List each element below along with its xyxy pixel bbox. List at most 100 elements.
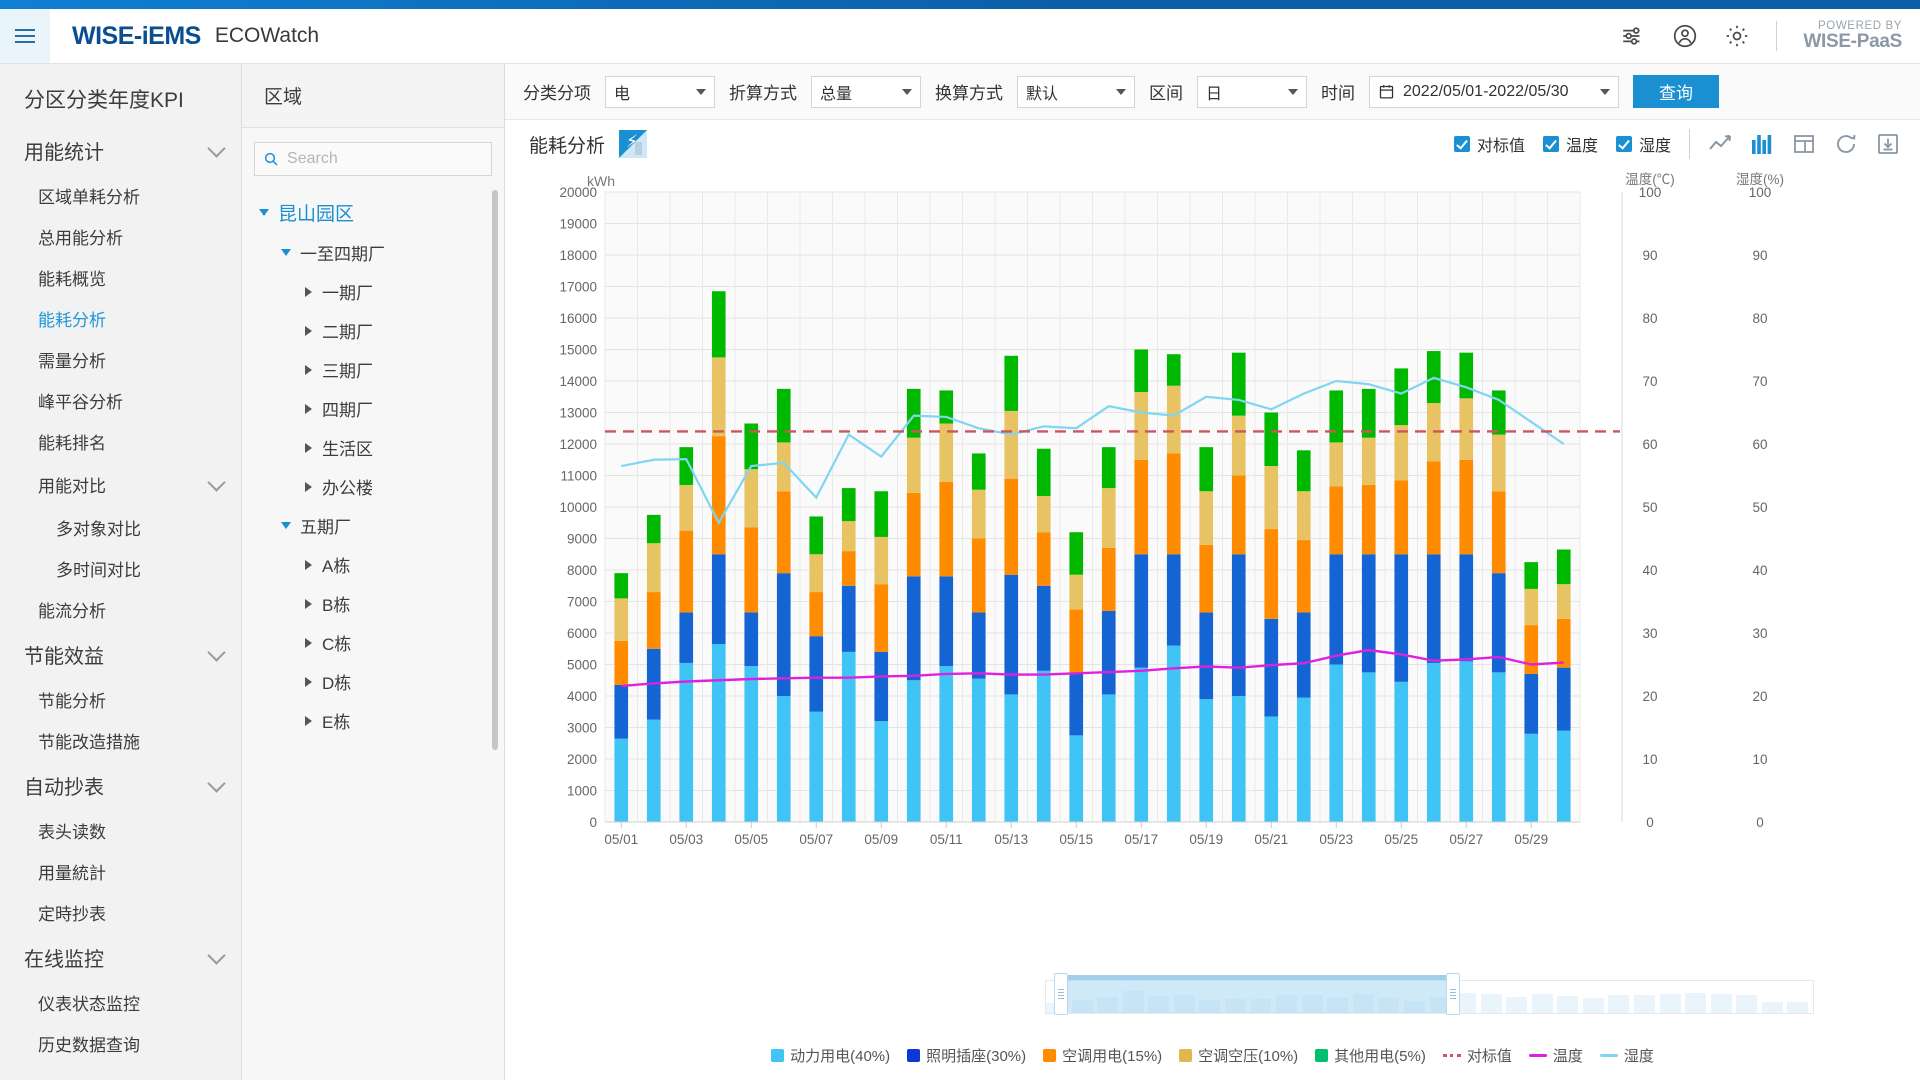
bar-segment[interactable]: [1134, 554, 1149, 668]
chart-checkbox-0[interactable]: 对标值: [1453, 132, 1525, 156]
tree-scrollbar[interactable]: [492, 190, 498, 750]
tree-node-8[interactable]: 五期厂: [242, 506, 504, 545]
bar-segment[interactable]: [1556, 618, 1571, 668]
bar-segment[interactable]: [939, 481, 954, 577]
bar-segment[interactable]: [1134, 459, 1149, 555]
sidebar-group-1[interactable]: 节能效益: [0, 630, 241, 679]
electricity-meter-icon[interactable]: ⚡: [619, 130, 648, 158]
bar-segment[interactable]: [1459, 398, 1474, 460]
legend-item-2[interactable]: 空调用电(15%): [1043, 1045, 1162, 1066]
bar-segment[interactable]: [1264, 716, 1279, 822]
bar-segment[interactable]: [1361, 484, 1376, 555]
download-icon[interactable]: [1876, 132, 1900, 156]
bar-segment[interactable]: [1329, 554, 1344, 665]
bar-segment[interactable]: [1264, 466, 1279, 530]
bar-segment[interactable]: [1296, 491, 1311, 541]
bar-segment[interactable]: [1166, 453, 1181, 555]
bar-segment[interactable]: [614, 684, 629, 739]
sidebar-item-0-0[interactable]: 区域单耗分析: [0, 175, 241, 216]
bar-segment[interactable]: [874, 584, 889, 652]
tree-node-0[interactable]: 昆山园区: [242, 192, 504, 233]
tree-node-11[interactable]: C栋: [242, 623, 504, 662]
bar-segment[interactable]: [841, 488, 856, 522]
bar-segment[interactable]: [679, 530, 694, 613]
tree-node-1[interactable]: 一至四期厂: [242, 233, 504, 272]
bar-segment[interactable]: [809, 636, 824, 712]
tree-node-6[interactable]: 生活区: [242, 428, 504, 467]
bar-segment[interactable]: [1459, 554, 1474, 662]
bar-segment[interactable]: [1199, 612, 1214, 700]
bar-segment[interactable]: [614, 640, 629, 685]
bar-segment[interactable]: [1004, 574, 1019, 695]
bar-segment[interactable]: [1296, 697, 1311, 822]
category-select[interactable]: 电: [605, 75, 715, 108]
tree-toggle-2[interactable]: [300, 286, 316, 297]
zoom-handle-left[interactable]: [1054, 973, 1069, 1015]
bar-segment[interactable]: [1459, 459, 1474, 555]
bar-segment[interactable]: [906, 680, 921, 822]
bar-segment[interactable]: [939, 576, 954, 667]
tree-search-box[interactable]: [254, 142, 492, 176]
bar-segment[interactable]: [1491, 672, 1506, 822]
bar-segment[interactable]: [1004, 410, 1019, 479]
bar-segment[interactable]: [1166, 354, 1181, 386]
bar-chart-icon[interactable]: [1750, 132, 1774, 156]
bar-segment[interactable]: [809, 711, 824, 822]
bar-segment[interactable]: [1556, 549, 1571, 585]
bar-segment[interactable]: [906, 576, 921, 681]
tree-toggle-7[interactable]: [300, 481, 316, 492]
bar-segment[interactable]: [1069, 609, 1084, 674]
bar-segment[interactable]: [809, 554, 824, 593]
bar-segment[interactable]: [1036, 585, 1051, 671]
bar-segment[interactable]: [1361, 554, 1376, 673]
bar-segment[interactable]: [1004, 355, 1019, 411]
sidebar-group-3[interactable]: 在线监控: [0, 933, 241, 982]
bar-segment[interactable]: [874, 651, 889, 722]
bar-segment[interactable]: [1394, 554, 1409, 682]
tree-toggle-1[interactable]: [278, 249, 294, 256]
bar-segment[interactable]: [1426, 461, 1441, 555]
query-button[interactable]: 查询: [1633, 75, 1719, 108]
bar-segment[interactable]: [841, 551, 856, 586]
tree-toggle-9[interactable]: [300, 559, 316, 570]
bar-segment[interactable]: [841, 585, 856, 652]
tree-toggle-11[interactable]: [300, 637, 316, 648]
sidebar-item-2-1[interactable]: 用量統計: [0, 851, 241, 892]
zoom-handle-right[interactable]: [1445, 973, 1460, 1015]
bar-segment[interactable]: [646, 719, 661, 822]
bar-segment[interactable]: [1101, 447, 1116, 489]
bar-segment[interactable]: [1296, 540, 1311, 613]
bar-segment[interactable]: [1459, 352, 1474, 399]
bar-segment[interactable]: [1101, 694, 1116, 822]
bar-segment[interactable]: [1101, 488, 1116, 548]
tree-toggle-13[interactable]: [300, 715, 316, 726]
bar-segment[interactable]: [744, 469, 759, 528]
bar-segment[interactable]: [1231, 696, 1246, 822]
bar-segment[interactable]: [841, 521, 856, 552]
sidebar-item-0-4[interactable]: 需量分析: [0, 339, 241, 380]
bar-segment[interactable]: [1069, 735, 1084, 822]
bar-segment[interactable]: [614, 573, 629, 599]
sidebar-after-item-0-0[interactable]: 能流分析: [0, 589, 241, 630]
refresh-icon[interactable]: [1834, 132, 1858, 156]
bar-segment[interactable]: [1069, 673, 1084, 736]
bar-segment[interactable]: [1556, 584, 1571, 619]
bar-segment[interactable]: [1264, 618, 1279, 717]
bar-segment[interactable]: [874, 491, 889, 537]
bar-segment[interactable]: [971, 453, 986, 490]
bar-segment[interactable]: [776, 696, 791, 822]
chart-zoom-slider[interactable]: [1045, 973, 1814, 1015]
bar-segment[interactable]: [1524, 588, 1539, 626]
bar-segment[interactable]: [646, 592, 661, 649]
sidebar-item-0-2[interactable]: 能耗概览: [0, 257, 241, 298]
bar-segment[interactable]: [1264, 412, 1279, 467]
tree-node-7[interactable]: 办公楼: [242, 467, 504, 506]
tree-toggle-0[interactable]: [256, 209, 272, 216]
sidebar-item-2-2[interactable]: 定時抄表: [0, 892, 241, 933]
bar-segment[interactable]: [679, 447, 694, 485]
search-input[interactable]: [287, 150, 483, 168]
bar-segment[interactable]: [971, 489, 986, 539]
bar-segment[interactable]: [744, 612, 759, 667]
bar-segment[interactable]: [776, 388, 791, 443]
bar-segment[interactable]: [1394, 368, 1409, 426]
